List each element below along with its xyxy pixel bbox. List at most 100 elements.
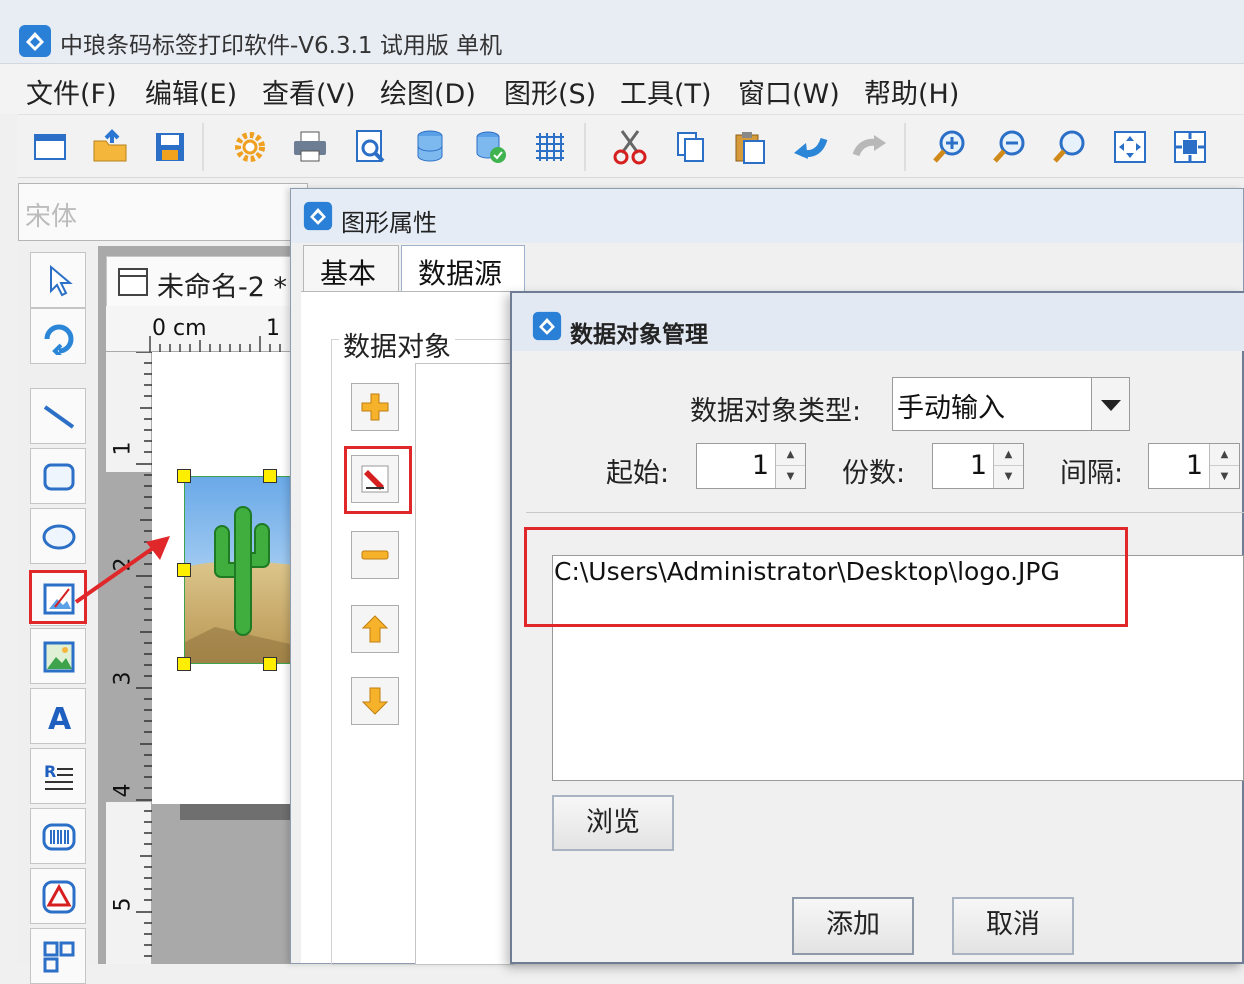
text-tool[interactable]: A <box>30 688 86 744</box>
cactus-image[interactable] <box>184 476 293 664</box>
start-spin-buttons[interactable]: ▲ ▼ <box>775 444 805 488</box>
document-icon <box>117 267 149 297</box>
rotate-icon <box>44 324 74 355</box>
plus-icon <box>361 393 389 421</box>
cancel-button[interactable]: 取消 <box>952 897 1074 955</box>
copies-value: 1 <box>969 450 987 481</box>
interval-label: 间隔: <box>1060 458 1124 489</box>
rounded-rect-icon <box>43 463 75 491</box>
dialog-app-icon <box>303 201 333 231</box>
shape-tool[interactable] <box>30 868 86 924</box>
annotation-arrow <box>74 536 170 604</box>
menu-window[interactable]: 窗口(W) <box>738 72 840 111</box>
copies-spin-buttons[interactable]: ▲ ▼ <box>993 444 1023 488</box>
line-tool[interactable] <box>30 388 86 444</box>
text-icon: A <box>48 702 72 735</box>
picture-tool[interactable] <box>30 628 86 684</box>
menu-draw[interactable]: 绘图(D) <box>380 72 476 111</box>
line-icon <box>43 405 75 429</box>
fit-page-icon[interactable] <box>1110 127 1150 167</box>
chevron-down-icon[interactable] <box>1091 378 1129 430</box>
barcode-tool[interactable] <box>30 808 86 864</box>
start-stepper[interactable]: 1 ▲ ▼ <box>696 443 806 489</box>
resize-handle[interactable] <box>177 657 191 671</box>
fit-window-icon[interactable] <box>1170 127 1210 167</box>
undo-icon[interactable] <box>790 127 830 167</box>
data-object-list[interactable] <box>415 363 515 965</box>
select-tool[interactable] <box>30 252 86 308</box>
h-ruler-ticks <box>149 336 281 352</box>
interval-spin-buttons[interactable]: ▲ ▼ <box>1209 444 1239 488</box>
copies-stepper[interactable]: 1 ▲ ▼ <box>932 443 1024 489</box>
move-down-button[interactable] <box>351 677 399 725</box>
document-tab-title: 未命名-2 * <box>157 272 288 303</box>
database-settings-icon[interactable] <box>470 127 510 167</box>
menu-view[interactable]: 查看(V) <box>262 72 356 111</box>
v-ruler-mark-5: 5 <box>110 897 136 912</box>
data-manager-title-bar: 数据对象管理 <box>512 293 1244 351</box>
interval-stepper[interactable]: 1 ▲ ▼ <box>1148 443 1240 489</box>
start-value: 1 <box>751 450 769 481</box>
window-title: 中琅条码标签打印软件-V6.3.1 试用版 单机 <box>60 33 503 59</box>
vertical-ruler: 1 2 3 4 5 <box>106 352 152 964</box>
zoom-in-icon[interactable] <box>930 127 970 167</box>
path-highlight <box>524 527 1128 627</box>
shape-icon <box>42 880 76 914</box>
dialog-app-icon <box>532 311 562 341</box>
tab-datasource[interactable]: 数据源 <box>401 245 525 293</box>
move-up-button[interactable] <box>351 605 399 653</box>
resize-handle[interactable] <box>263 469 277 483</box>
resize-handle[interactable] <box>263 657 277 671</box>
browse-button[interactable]: 浏览 <box>552 795 674 851</box>
add-button[interactable]: 添加 <box>792 897 914 955</box>
properties-title: 图形属性 <box>341 209 437 237</box>
paste-icon[interactable] <box>730 127 770 167</box>
menu-help[interactable]: 帮助(H) <box>864 72 959 111</box>
qrcode-tool[interactable] <box>30 928 86 984</box>
menu-tools[interactable]: 工具(T) <box>620 72 712 111</box>
barcode-icon <box>42 823 76 851</box>
font-family-box[interactable]: 宋体 <box>18 183 308 241</box>
new-icon[interactable] <box>30 127 70 167</box>
add-data-object-button[interactable] <box>351 383 399 431</box>
svg-text:A: A <box>48 702 72 735</box>
rich-text-tool[interactable]: R <box>30 748 86 804</box>
title-bar: 中琅条码标签打印软件-V6.3.1 试用版 单机 <box>0 0 1244 64</box>
rectangle-tool[interactable] <box>30 448 86 504</box>
minus-icon <box>361 550 389 560</box>
data-object-manager-dialog: 数据对象管理 数据对象类型: 手动输入 起始: 1 ▲ ▼ 份数: 1 ▲ ▼ 间隔… <box>510 291 1244 964</box>
zoom-fit-icon[interactable] <box>1050 127 1090 167</box>
v-ruler-mark-3: 3 <box>110 671 136 686</box>
rotate-tool[interactable] <box>30 308 86 364</box>
horizontal-ruler: 0 cm 1 <box>106 306 293 352</box>
app-logo-icon <box>18 24 52 58</box>
open-icon[interactable] <box>90 127 130 167</box>
print-icon[interactable] <box>290 127 330 167</box>
resize-handle[interactable] <box>177 469 191 483</box>
print-preview-icon[interactable] <box>350 127 390 167</box>
copies-label: 份数: <box>842 458 906 489</box>
settings-icon[interactable] <box>230 127 270 167</box>
remove-data-object-button[interactable] <box>351 531 399 579</box>
toolbar <box>18 114 1244 178</box>
data-type-select[interactable]: 手动输入 <box>892 377 1130 431</box>
picture-icon <box>43 641 75 673</box>
database-icon[interactable] <box>410 127 450 167</box>
copy-icon[interactable] <box>670 127 710 167</box>
menu-shape[interactable]: 图形(S) <box>504 72 596 111</box>
tab-basic[interactable]: 基本 <box>303 245 399 293</box>
svg-text:R: R <box>44 762 56 781</box>
font-family-value: 宋体 <box>25 202 78 232</box>
redo-icon <box>850 127 890 167</box>
menu-file[interactable]: 文件(F) <box>26 72 117 111</box>
data-type-label: 数据对象类型: <box>690 396 862 427</box>
grid-icon[interactable] <box>530 127 570 167</box>
canvas-shadow <box>180 804 293 820</box>
save-icon[interactable] <box>150 127 190 167</box>
arrow-down-icon <box>361 687 389 715</box>
v-ruler-ticks <box>136 352 152 957</box>
cut-icon[interactable] <box>610 127 650 167</box>
document-tab[interactable]: 未命名-2 * <box>106 256 293 306</box>
menu-edit[interactable]: 编辑(E) <box>145 72 237 111</box>
zoom-out-icon[interactable] <box>990 127 1030 167</box>
